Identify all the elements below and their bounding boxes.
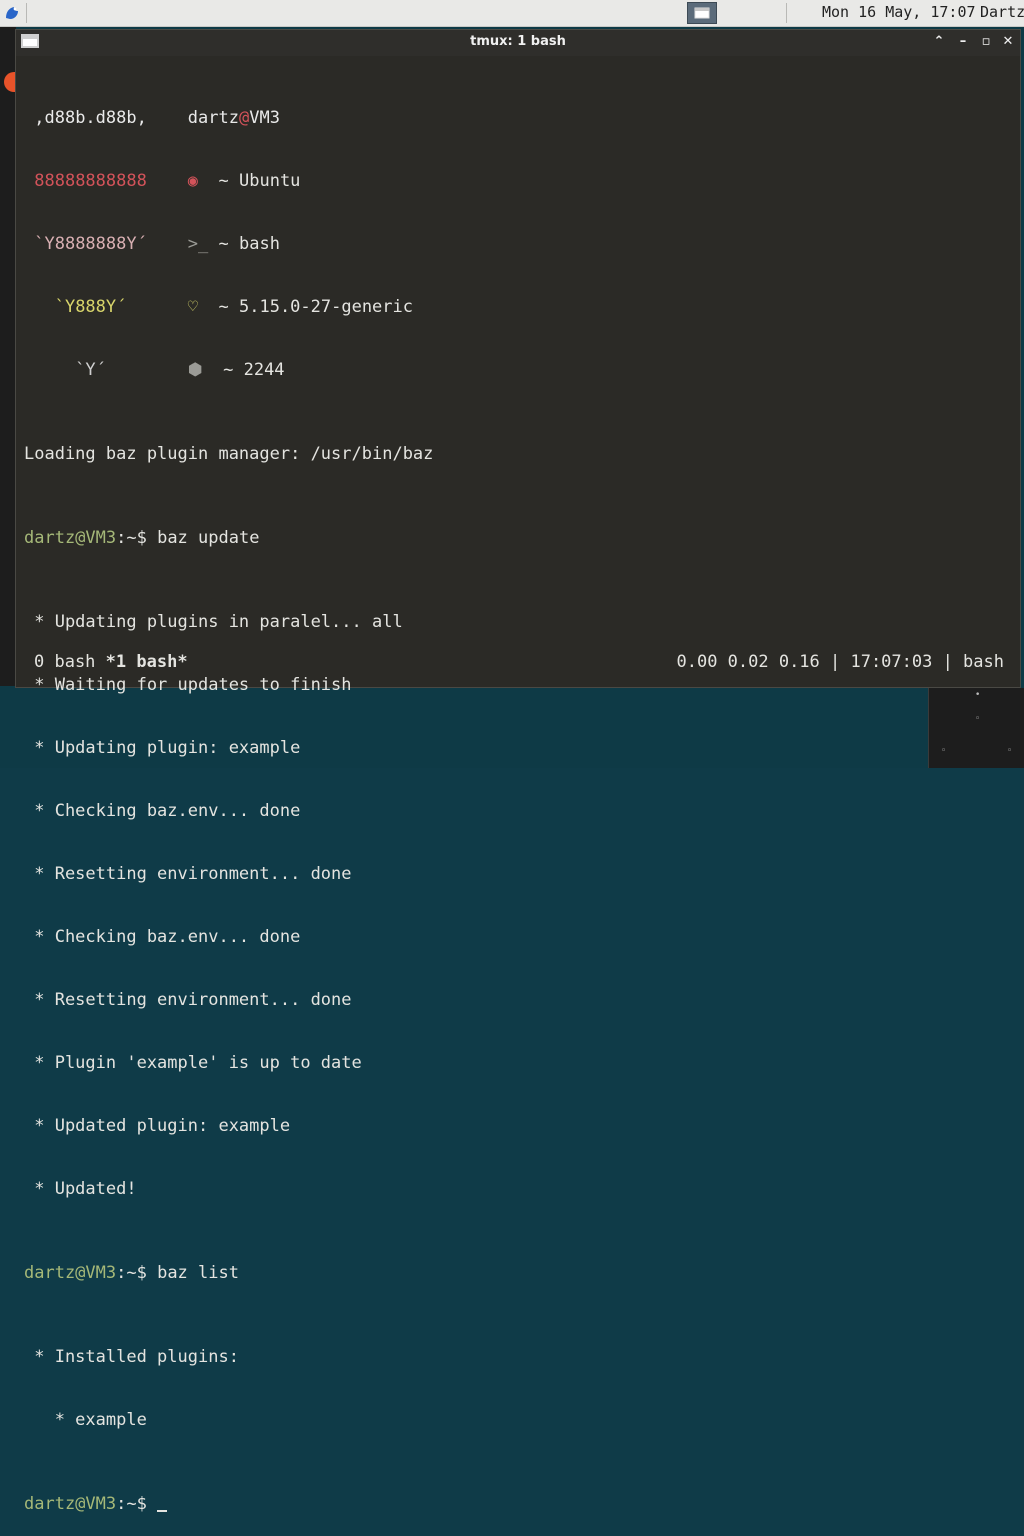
- output-line: * Checking baz.env... done: [24, 927, 301, 947]
- user-name[interactable]: Dartz: [980, 3, 1024, 21]
- logo-line: 88888888888: [34, 171, 147, 191]
- tmux-status-bar: 0 bash *1 bash* 0.00 0.02 0.16 | 17:07:03…: [34, 652, 1004, 673]
- command-text: baz list: [157, 1263, 239, 1283]
- neofetch-user: dartz: [187, 108, 239, 128]
- background-window-edge: [0, 26, 16, 686]
- start-menu-icon[interactable]: [3, 4, 21, 22]
- prompt-suffix: :~$: [116, 528, 158, 548]
- output-line: * Waiting for updates to finish: [24, 675, 352, 695]
- logo-line: `Y888Y´: [54, 297, 127, 317]
- logo-line: `Y8888888Y´: [34, 234, 147, 254]
- shell-icon: >_: [187, 234, 209, 254]
- output-line: * Updated!: [24, 1179, 137, 1199]
- logo-line: ,d88b.d88b,: [34, 108, 147, 128]
- active-prompt-line[interactable]: dartz@VM3:~$: [24, 1494, 1009, 1515]
- output-line: * example: [24, 1410, 147, 1430]
- taskbar-separator: [786, 3, 787, 23]
- output-line: * Checking baz.env... done: [24, 801, 301, 821]
- output-line: * Installed plugins:: [24, 1347, 239, 1367]
- window-titlebar[interactable]: tmux: 1 bash ⌃ – ▫ ✕: [16, 30, 1020, 56]
- clock[interactable]: Mon 16 May, 17:07: [822, 3, 976, 21]
- close-button[interactable]: ✕: [999, 33, 1017, 51]
- tmux-status-right: 0.00 0.02 0.16 | 17:07:03 | bash: [676, 652, 1004, 672]
- tmux-window-1-active[interactable]: *1 bash*: [106, 652, 188, 672]
- loading-line: Loading baz plugin manager: /usr/bin/baz: [24, 444, 434, 464]
- neofetch-line: `Y´ ⬢ ~ 2244: [24, 360, 1009, 381]
- taskbar-separator: [26, 3, 27, 23]
- shade-button[interactable]: ⌃: [930, 33, 948, 51]
- prompt-user-host: dartz@VM3: [24, 1263, 117, 1283]
- window-title: tmux: 1 bash: [470, 34, 566, 49]
- text-cursor[interactable]: [157, 1510, 168, 1512]
- neofetch-line: `Y888Y´ ♡ ~ 5.15.0-27-generic: [24, 297, 1009, 318]
- neofetch-at: @: [238, 108, 250, 128]
- heart-icon: ♡: [187, 297, 199, 317]
- output-line: * Updating plugin: example: [24, 738, 301, 758]
- maximize-button[interactable]: ▫: [977, 33, 995, 51]
- neofetch-packages: ~ 2244: [223, 360, 285, 380]
- taskbar-window-button[interactable]: [687, 2, 717, 24]
- prompt-suffix: :~$: [116, 1494, 158, 1514]
- terminal-output[interactable]: ,d88b.d88b, dartz@VM3 88888888888 ◉ ~ Ub…: [24, 66, 1009, 1536]
- terminal-window[interactable]: tmux: 1 bash ⌃ – ▫ ✕ ,d88b.d88b, dartz@V…: [15, 29, 1021, 1514]
- minimize-button[interactable]: –: [954, 33, 972, 51]
- package-icon: ⬢: [187, 360, 203, 380]
- prompt-suffix: :~$: [116, 1263, 158, 1283]
- neofetch-line: `Y8888888Y´ >_ ~ bash: [24, 234, 1009, 255]
- output-line: * Updated plugin: example: [24, 1116, 291, 1136]
- neofetch-shell: ~ bash: [218, 234, 280, 254]
- taskbar: Mon 16 May, 17:07 Dartz: [0, 0, 1024, 27]
- prompt-user-host: dartz@VM3: [24, 528, 117, 548]
- window-icon: [694, 7, 710, 19]
- output-line: * Resetting environment... done: [24, 864, 352, 884]
- prompt-user-host: dartz@VM3: [24, 1494, 117, 1514]
- ubuntu-icon: ◉: [187, 171, 199, 191]
- neofetch-line: 88888888888 ◉ ~ Ubuntu: [24, 171, 1009, 192]
- prompt-line: dartz@VM3:~$ baz update: [24, 528, 1009, 549]
- prompt-line: dartz@VM3:~$ baz list: [24, 1263, 1009, 1284]
- logo-line: `Y´: [75, 360, 106, 380]
- output-line: * Resetting environment... done: [24, 990, 352, 1010]
- neofetch-os: ~ Ubuntu: [218, 171, 301, 191]
- command-text: baz update: [157, 528, 260, 548]
- neofetch-host: VM3: [249, 108, 280, 128]
- output-line: * Updating plugins in paralel... all: [24, 612, 403, 632]
- neofetch-kernel: ~ 5.15.0-27-generic: [218, 297, 413, 317]
- tmux-window-0[interactable]: 0 bash: [34, 652, 95, 672]
- output-line: * Plugin 'example' is up to date: [24, 1053, 362, 1073]
- neofetch-line: ,d88b.d88b, dartz@VM3: [24, 108, 1009, 129]
